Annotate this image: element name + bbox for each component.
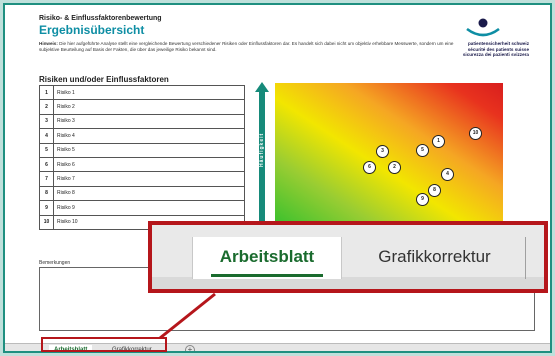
risk-row: 9 Risiko 9 [39, 200, 245, 216]
intro-label: Hinweis: [39, 41, 58, 46]
risk-marker: 5 [416, 144, 429, 157]
risk-row: 1 Risiko 1 [39, 84, 245, 101]
risk-number: 5 [39, 142, 54, 158]
risk-label[interactable]: Risiko 1 [53, 84, 245, 101]
add-sheet-icon[interactable]: + [185, 345, 195, 351]
risk-marker: 3 [376, 145, 389, 158]
risk-label[interactable]: Risiko 2 [53, 99, 245, 115]
risk-number: 6 [39, 156, 54, 173]
risk-label[interactable]: Risiko 3 [53, 113, 245, 130]
risk-label[interactable]: Risiko 5 [53, 142, 245, 158]
risk-number: 4 [39, 128, 54, 144]
risk-number: 7 [39, 171, 54, 187]
risk-number: 10 [39, 214, 54, 230]
risk-number: 1 [39, 84, 54, 101]
risk-row: 5 Risiko 5 [39, 142, 245, 158]
risk-marker: 6 [363, 161, 376, 174]
remarks-label: Bemerkungen [39, 260, 71, 266]
page-title: Risiko- & Einflussfaktorenbewertung [39, 15, 162, 22]
zoom-tab-arbeitsblatt[interactable]: Arbeitsblatt [192, 237, 342, 279]
logo-line-3: sicurezza dei pazienti svizzera [462, 52, 529, 58]
risk-marker: 9 [416, 193, 429, 206]
frequency-axis-label: Häufigkeit [259, 133, 265, 167]
risk-marker: 4 [441, 168, 454, 181]
logo-line-2: sécurité des patients suisse [467, 46, 529, 52]
risk-marker: 2 [388, 161, 401, 174]
callout-highlight-small [41, 337, 167, 352]
page-subtitle: Ergebnisübersicht [39, 23, 145, 37]
risk-row: 2 Risiko 2 [39, 99, 245, 115]
logo-mark-icon [466, 18, 500, 37]
risk-row: 8 Risiko 8 [39, 185, 245, 202]
risk-label[interactable]: Risiko 4 [53, 128, 245, 144]
risk-marker: 10 [469, 127, 482, 140]
risk-row: 4 Risiko 4 [39, 128, 245, 144]
risk-number: 8 [39, 185, 54, 202]
intro-text: Die hier aufgeführte Analyse stellt eine… [39, 41, 454, 52]
risks-heading: Risiken und/oder Einflussfaktoren [39, 75, 169, 84]
risk-label[interactable]: Risiko 7 [53, 171, 245, 187]
risk-table: 1 Risiko 1 2 Risiko 2 3 Risiko 3 4 Risiko 4 5 Ris… [39, 84, 245, 230]
risk-label[interactable]: Risiko 8 [53, 185, 245, 202]
callout-zoom: Arbeitsblatt Grafikkorrektur [148, 221, 548, 293]
risk-row: 7 Risiko 7 [39, 171, 245, 187]
risk-number: 3 [39, 113, 54, 130]
risk-label[interactable]: Risiko 9 [53, 200, 245, 216]
risk-number: 2 [39, 99, 54, 115]
intro-note: Hinweis: Die hier aufgeführte Analyse st… [39, 41, 469, 53]
screenshot-frame: Risiko- & Einflussfaktorenbewertung Erge… [3, 3, 552, 353]
logo-text: patientensicherheit schweiz sécurité des… [419, 41, 529, 58]
risk-label[interactable]: Risiko 6 [53, 156, 245, 173]
risk-row: 6 Risiko 6 [39, 156, 245, 173]
risk-marker: 8 [428, 184, 441, 197]
zoom-tab-grafikkorrektur[interactable]: Grafikkorrektur [344, 237, 526, 279]
risk-number: 9 [39, 200, 54, 216]
risk-matrix: 1 2 3 4 5 6 8 9 10 [275, 83, 503, 233]
risk-row: 3 Risiko 3 [39, 113, 245, 130]
logo-line-1: patientensicherheit schweiz [467, 41, 529, 46]
risk-marker: 1 [432, 135, 445, 148]
